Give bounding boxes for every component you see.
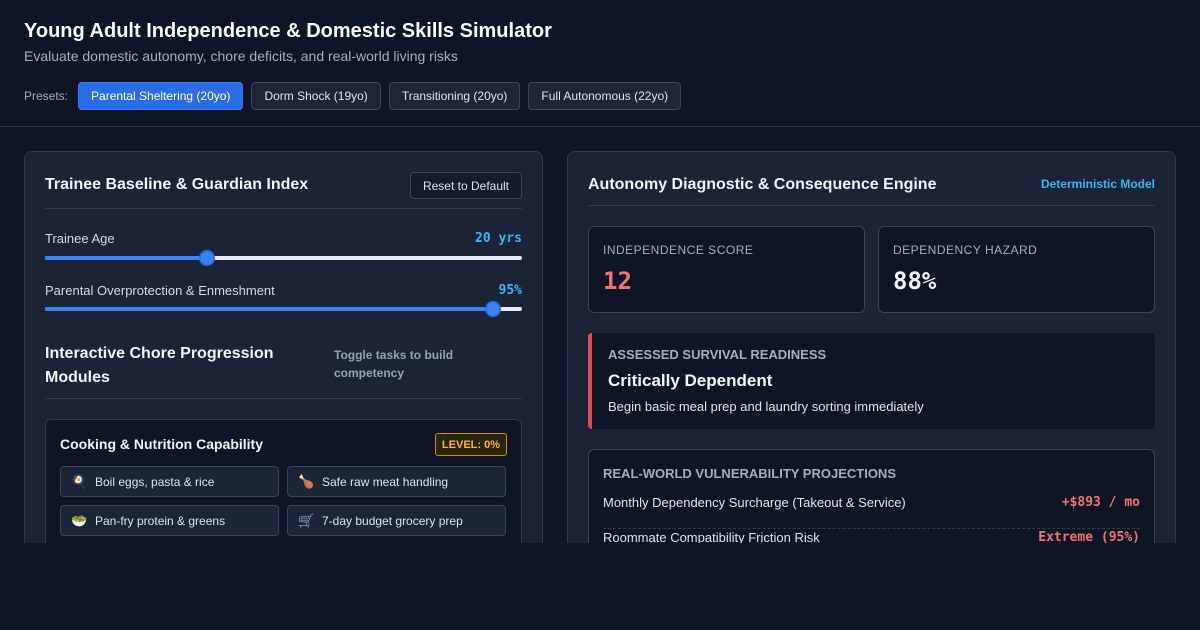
preset-parental-sheltering-button[interactable]: Parental Sheltering (20yo) — [78, 82, 244, 110]
survival-readiness-card: ASSESSED SURVIVAL READINESS Critically D… — [588, 333, 1155, 429]
overprotection-slider-thumb[interactable] — [485, 301, 502, 317]
vulnerability-row-value: +$893 / mo — [1061, 495, 1140, 510]
dependency-hazard-card: DEPENDENCY HAZARD 88% — [878, 226, 1155, 313]
vulnerability-row: Monthly Dependency Surcharge (Takeout & … — [603, 495, 1140, 529]
task-safe-raw-meat-handling[interactable]: 🍗 Safe raw meat handling — [287, 466, 506, 497]
readiness-label: ASSESSED SURVIVAL READINESS — [608, 347, 827, 362]
task-boil-eggs-pasta-rice[interactable]: 🍳 Boil eggs, pasta & rice — [60, 466, 279, 497]
frying-pan-egg-icon: 🍳 — [71, 473, 88, 489]
preset-bar: Presets: Parental Sheltering (20yo) Dorm… — [24, 82, 689, 110]
vulnerability-row-label: Monthly Dependency Surcharge (Takeout & … — [603, 495, 906, 510]
trainee-baseline-panel: Trainee Baseline & Guardian Index Reset … — [24, 151, 543, 543]
app-header: Young Adult Independence & Domestic Skil… — [0, 0, 1200, 127]
overprotection-slider-track[interactable] — [45, 301, 522, 317]
preset-transitioning-button[interactable]: Transitioning (20yo) — [388, 82, 521, 110]
dependency-hazard-value: 88% — [893, 267, 937, 295]
task-label: Safe raw meat handling — [322, 474, 449, 489]
preset-full-autonomous-button[interactable]: Full Autonomous (22yo) — [528, 82, 682, 110]
row-separator — [603, 528, 1140, 529]
independence-score-label: INDEPENDENCE SCORE — [603, 243, 754, 257]
chore-modules-title: Interactive Chore Progression Modules — [45, 345, 274, 386]
overprotection-slider-fill — [45, 307, 494, 311]
age-slider-label: Trainee Age — [45, 231, 115, 246]
page-subtitle: Evaluate domestic autonomy, chore defici… — [24, 48, 458, 64]
vulnerability-row-value: Extreme (95%) — [1038, 530, 1140, 543]
task-label: 7-day budget grocery prep — [322, 513, 463, 528]
age-slider-fill — [45, 256, 208, 260]
task-pan-fry-protein-greens[interactable]: 🥗 Pan-fry protein & greens — [60, 505, 279, 536]
salad-bowl-icon: 🥗 — [71, 512, 88, 528]
poultry-leg-icon: 🍗 — [298, 473, 315, 489]
reset-to-default-button[interactable]: Reset to Default — [410, 172, 522, 199]
main-content: Trainee Baseline & Guardian Index Reset … — [0, 127, 1200, 543]
panel-divider — [588, 205, 1155, 206]
panel-divider — [45, 208, 522, 209]
independence-score-card: INDEPENDENCE SCORE 12 — [588, 226, 865, 313]
vulnerability-projections-card: REAL-WORLD VULNERABILITY PROJECTIONS Mon… — [588, 449, 1155, 543]
cooking-level-badge: LEVEL: 0% — [434, 433, 507, 456]
diagnostic-panel-title: Autonomy Diagnostic & Consequence Engine — [588, 176, 937, 193]
chore-modules-hint: Toggle tasks to build competency — [334, 348, 454, 380]
readiness-description: Begin basic meal prep and laundry sortin… — [608, 399, 924, 414]
readiness-status: Critically Dependent — [608, 371, 773, 390]
age-slider-track[interactable] — [45, 250, 522, 266]
independence-score-value: 12 — [603, 267, 632, 295]
model-tag: Deterministic Model — [1040, 177, 1155, 191]
task-budget-grocery-prep[interactable]: 🛒 7-day budget grocery prep — [287, 505, 506, 536]
cooking-module-card: Cooking & Nutrition Capability LEVEL: 0%… — [45, 419, 522, 543]
preset-dorm-shock-button[interactable]: Dorm Shock (19yo) — [251, 82, 381, 110]
trainee-panel-title: Trainee Baseline & Guardian Index — [45, 176, 309, 193]
dependency-hazard-label: DEPENDENCY HAZARD — [893, 243, 1038, 257]
age-slider-thumb[interactable] — [199, 250, 216, 266]
vulnerability-row: Roommate Compatibility Friction Risk Ext… — [603, 530, 1140, 543]
vulnerability-row-label: Roommate Compatibility Friction Risk — [603, 530, 820, 543]
presets-label: Presets: — [24, 89, 69, 103]
section-divider — [45, 398, 522, 399]
vulnerability-title: REAL-WORLD VULNERABILITY PROJECTIONS — [603, 466, 896, 481]
autonomy-diagnostic-panel: Autonomy Diagnostic & Consequence Engine… — [567, 151, 1176, 543]
age-slider-value: 20 yrs — [475, 231, 522, 246]
overprotection-slider-value: 95% — [498, 283, 522, 298]
overprotection-slider-label: Parental Overprotection & Enmeshment — [45, 283, 275, 298]
task-label: Boil eggs, pasta & rice — [95, 474, 215, 489]
page-title: Young Adult Independence & Domestic Skil… — [24, 20, 552, 42]
task-label: Pan-fry protein & greens — [95, 513, 226, 528]
cooking-module-title: Cooking & Nutrition Capability — [60, 436, 263, 452]
shopping-cart-icon: 🛒 — [298, 512, 315, 528]
